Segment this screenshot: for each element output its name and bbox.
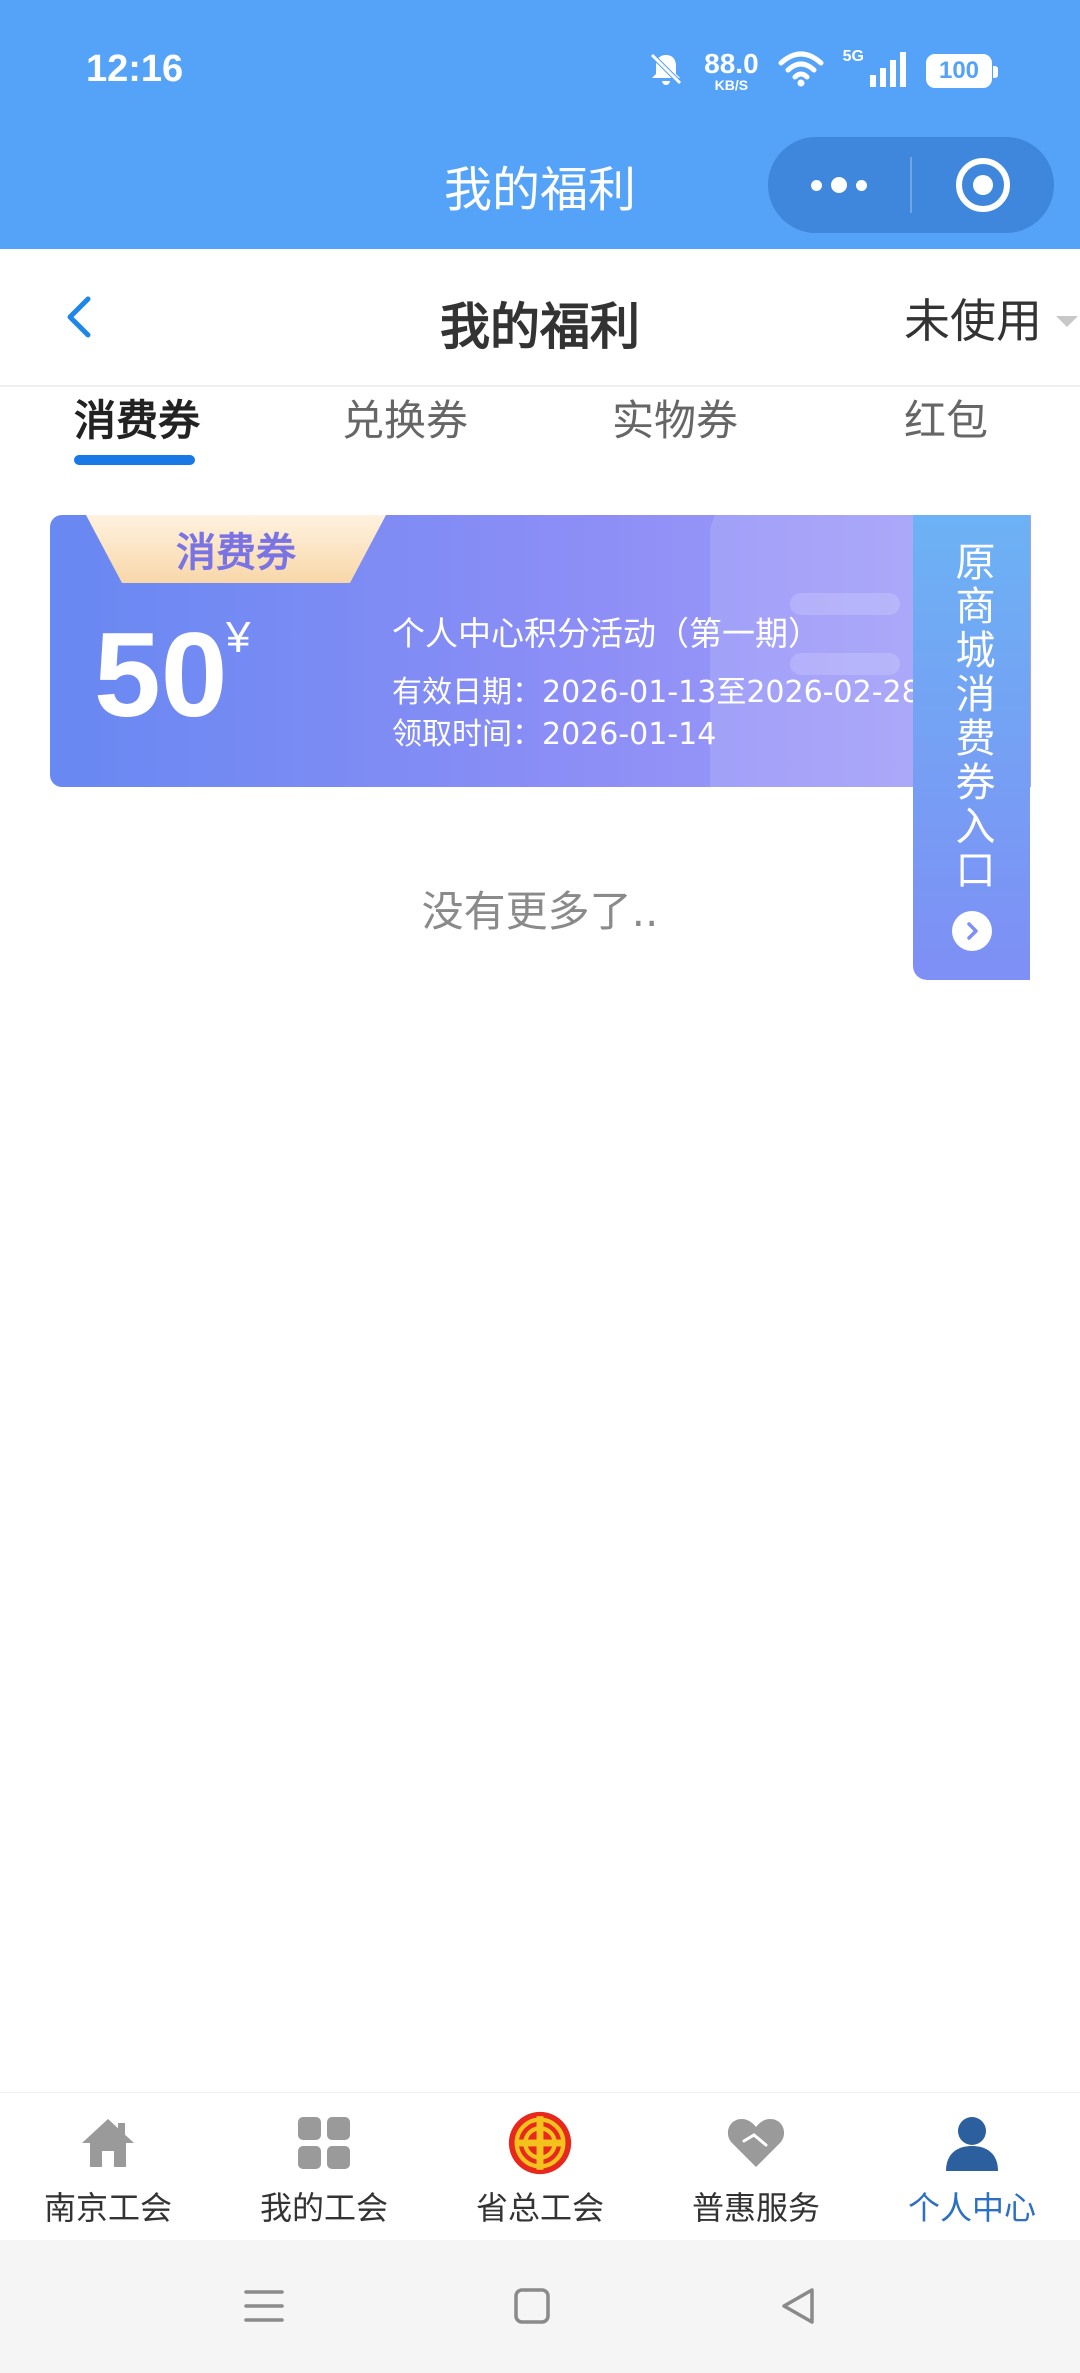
status-time: 12:16 bbox=[86, 48, 184, 90]
validity-label: 有效日期： bbox=[392, 675, 542, 710]
tabbar-label: 我的工会 bbox=[259, 2189, 388, 2227]
tabbar-label: 省总工会 bbox=[475, 2189, 604, 2227]
coupon-card[interactable]: 消费券 50 ¥ 个人中心积分活动（第一期） 有效日期：2026-01-13至2… bbox=[50, 515, 1031, 787]
list-end-text: 没有更多了.. bbox=[421, 887, 659, 936]
tabbar-label: 南京工会 bbox=[43, 2189, 172, 2227]
coupon-validity: 有效日期：2026-01-13至2026-02-28 bbox=[392, 667, 921, 711]
menu-button[interactable] bbox=[234, 2276, 294, 2336]
signal-icon bbox=[868, 49, 908, 93]
coupon-title: 个人中心积分活动（第一期） bbox=[392, 614, 821, 653]
validity-value: 2026-01-13至2026-02-28 bbox=[542, 675, 921, 710]
active-tab-indicator bbox=[74, 455, 195, 465]
page-navbar: 我的福利 未使用 bbox=[0, 249, 1080, 387]
person-icon bbox=[940, 2111, 1004, 2175]
network-type: 5G bbox=[842, 48, 864, 65]
tabbar-label: 个人中心 bbox=[907, 2189, 1036, 2227]
currency-symbol: ¥ bbox=[226, 613, 251, 662]
bottom-tab-bar: 南京工会 我的工会 省总工会 普惠服务 个人中心 bbox=[0, 2092, 1080, 2240]
system-nav-bar bbox=[0, 2240, 1080, 2373]
tab-physical-coupon[interactable]: 实物券 bbox=[612, 387, 738, 448]
wifi-icon bbox=[777, 49, 825, 93]
coupon-tabs: 消费券 兑换券 实物券 红包 bbox=[0, 387, 1080, 477]
home-button[interactable] bbox=[502, 2276, 562, 2336]
heart-hands-icon bbox=[724, 2111, 788, 2175]
status-filter-label: 未使用 bbox=[904, 294, 1042, 348]
target-close-icon bbox=[955, 158, 1010, 212]
received-label: 领取时间： bbox=[392, 717, 542, 752]
more-dots-icon bbox=[811, 177, 867, 193]
status-icons: 88.0 KB/S 5G 100 bbox=[646, 46, 998, 96]
tabbar-item-nanjing-union[interactable]: 南京工会 bbox=[0, 2111, 216, 2229]
grid-icon bbox=[292, 2111, 356, 2175]
home-icon bbox=[76, 2111, 140, 2175]
tab-red-packet[interactable]: 红包 bbox=[904, 387, 988, 448]
old-mall-coupon-entry-label: 原商城消费券入口 bbox=[948, 541, 995, 893]
tabbar-item-personal-center[interactable]: 个人中心 bbox=[864, 2111, 1080, 2229]
status-filter-dropdown[interactable]: 未使用 bbox=[904, 285, 1080, 351]
received-value: 2026-01-14 bbox=[542, 717, 717, 752]
tabbar-item-provincial-union[interactable]: 省总工会 bbox=[432, 2111, 648, 2229]
battery-icon: 100 bbox=[926, 54, 998, 88]
menu-lines-icon bbox=[244, 2290, 284, 2322]
mini-program-capsule bbox=[768, 137, 1054, 233]
coupon-received: 领取时间：2026-01-14 bbox=[392, 709, 716, 753]
square-home-icon bbox=[514, 2288, 550, 2324]
tabbar-label: 普惠服务 bbox=[691, 2189, 820, 2227]
tab-consumption-coupon[interactable]: 消费券 bbox=[74, 387, 200, 448]
net-speed: 88.0 KB/S bbox=[704, 48, 759, 93]
union-emblem-icon bbox=[508, 2111, 572, 2175]
back-system-button[interactable] bbox=[768, 2276, 828, 2336]
coupon-amount: 50 bbox=[94, 608, 228, 742]
top-bar: 12:16 88.0 KB/S 5G 100 我的福利 bbox=[0, 0, 1080, 249]
tabbar-item-benefit-service[interactable]: 普惠服务 bbox=[648, 2111, 864, 2229]
coupon-type-badge: 消费券 bbox=[86, 515, 386, 583]
caret-down-icon bbox=[1056, 315, 1078, 327]
tab-exchange-coupon[interactable]: 兑换券 bbox=[342, 387, 468, 448]
bell-off-icon bbox=[646, 49, 686, 93]
triangle-back-icon bbox=[782, 2288, 814, 2324]
close-mini-program-button[interactable] bbox=[912, 137, 1054, 233]
more-button[interactable] bbox=[768, 137, 910, 233]
tabbar-item-my-union[interactable]: 我的工会 bbox=[216, 2111, 432, 2229]
